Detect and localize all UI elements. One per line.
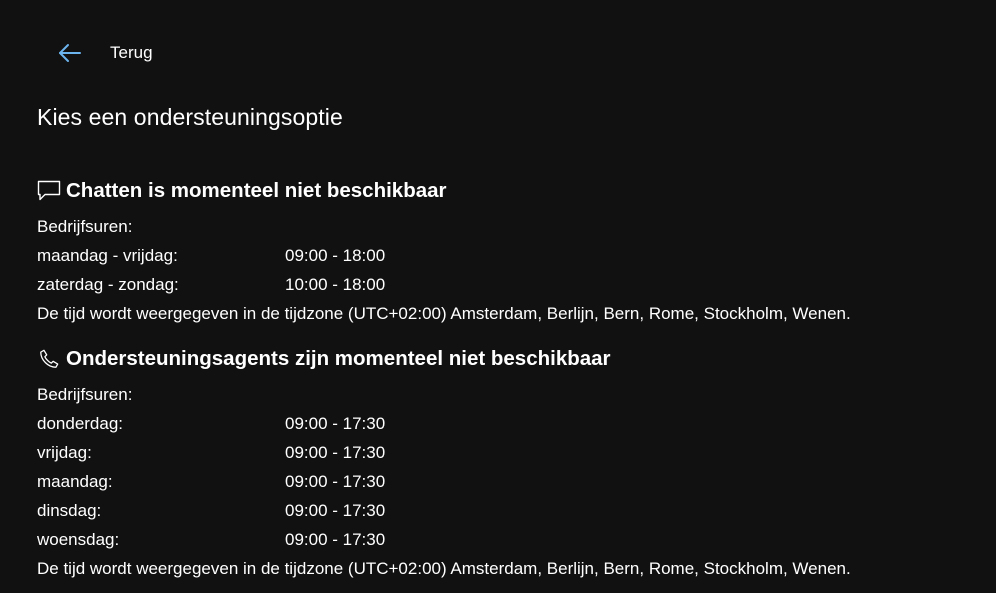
chat-bubble-icon: [37, 179, 61, 203]
agents-day: dinsdag:: [37, 501, 102, 520]
chat-day: zaterdag - zondag:: [37, 275, 179, 294]
chat-heading-text: Chatten is momenteel niet beschikbaar: [66, 179, 447, 202]
agents-time: 09:00 - 17:30: [285, 472, 386, 491]
chat-hours-row: maandag - vrijdag: 09:00 - 18:00: [37, 241, 977, 270]
agents-section: Ondersteuningsagents zijn momenteel niet…: [37, 344, 977, 583]
agents-hours-row: woensdag: 09:00 - 17:30: [37, 525, 977, 554]
agents-time: 09:00 - 17:30: [285, 501, 386, 520]
agents-timezone-note: De tijd wordt weergegeven in de tijdzone…: [37, 559, 851, 578]
chat-heading: Chatten is momenteel niet beschikbaar: [37, 176, 977, 206]
agents-day: donderdag:: [37, 414, 124, 433]
agents-heading-text: Ondersteuningsagents zijn momenteel niet…: [66, 347, 611, 370]
agents-hours-row: maandag: 09:00 - 17:30: [37, 467, 977, 496]
agents-hours-label: Bedrijfsuren:: [37, 385, 133, 404]
back-button[interactable]: Terug: [57, 40, 153, 66]
chat-hours-row: zaterdag - zondag: 10:00 - 18:00: [37, 270, 977, 299]
arrow-left-icon: [57, 40, 83, 66]
agents-time: 09:00 - 17:30: [285, 530, 386, 549]
agents-time: 09:00 - 17:30: [285, 414, 386, 433]
agents-day: vrijdag:: [37, 443, 92, 462]
agents-time: 09:00 - 17:30: [285, 443, 386, 462]
chat-time: 10:00 - 18:00: [285, 275, 386, 294]
agents-hours-row: donderdag: 09:00 - 17:30: [37, 409, 977, 438]
phone-icon: [37, 347, 61, 371]
chat-day: maandag - vrijdag:: [37, 246, 178, 265]
agents-heading: Ondersteuningsagents zijn momenteel niet…: [37, 344, 977, 374]
agents-hours-row: vrijdag: 09:00 - 17:30: [37, 438, 977, 467]
chat-timezone-note: De tijd wordt weergegeven in de tijdzone…: [37, 304, 851, 323]
chat-section: Chatten is momenteel niet beschikbaar Be…: [37, 176, 977, 328]
chat-hours-label: Bedrijfsuren:: [37, 217, 133, 236]
back-button-label: Terug: [110, 43, 153, 62]
agents-hours-row: dinsdag: 09:00 - 17:30: [37, 496, 977, 525]
agents-day: woensdag:: [37, 530, 120, 549]
page-title: Kies een ondersteuningsoptie: [37, 104, 343, 130]
chat-time: 09:00 - 18:00: [285, 246, 386, 265]
agents-day: maandag:: [37, 472, 113, 491]
